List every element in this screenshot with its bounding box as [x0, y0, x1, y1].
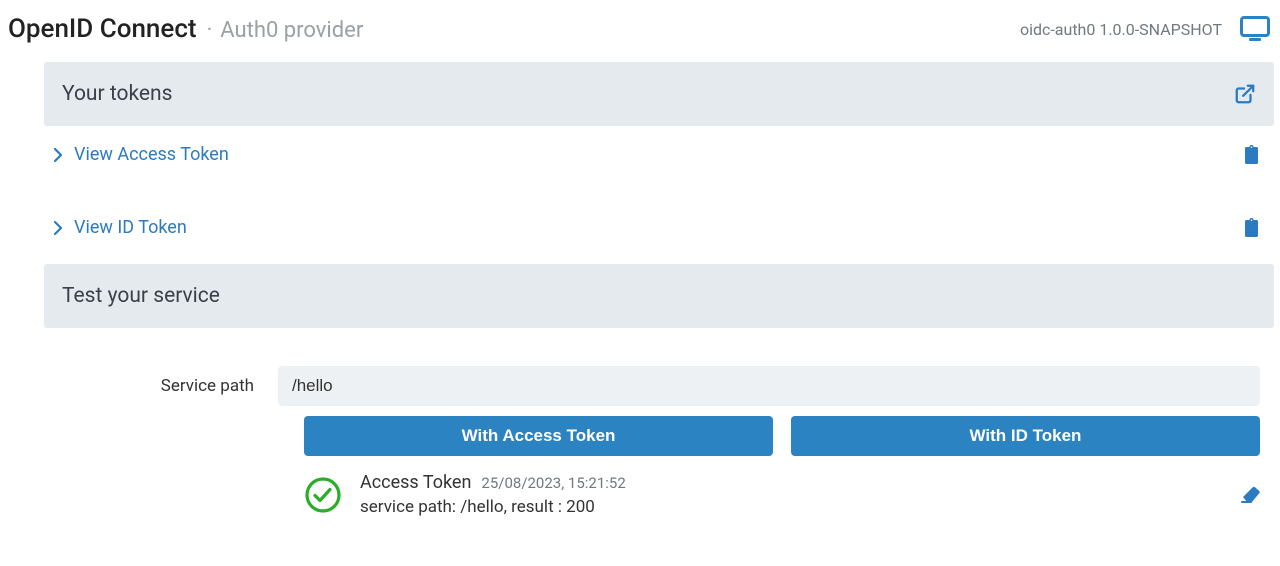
result-timestamp: 25/08/2023, 15:21:52 [481, 474, 625, 492]
page-subtitle: Auth0 provider [220, 18, 363, 43]
clear-result-icon[interactable] [1240, 486, 1260, 504]
chevron-right-icon [50, 220, 66, 236]
result-token-type: Access Token [360, 472, 471, 493]
chevron-right-icon [50, 147, 66, 163]
tokens-section-header: Your tokens [44, 62, 1274, 126]
tokens-section-title: Your tokens [62, 82, 172, 106]
view-access-token-toggle[interactable]: View Access Token [50, 144, 229, 165]
service-path-label: Service path [44, 376, 278, 396]
test-section-header: Test your service [44, 264, 1274, 328]
view-id-token-toggle[interactable]: View ID Token [50, 217, 187, 238]
page-title: OpenID Connect [8, 14, 197, 44]
with-access-token-button[interactable]: With Access Token [304, 416, 773, 456]
test-section-title: Test your service [62, 284, 220, 308]
id-token-link-label: View ID Token [74, 217, 187, 238]
success-check-icon [304, 476, 342, 514]
monitor-icon[interactable] [1240, 16, 1270, 42]
result-detail: service path: /hello, result : 200 [360, 497, 626, 517]
copy-access-token-icon[interactable] [1243, 145, 1260, 165]
with-id-token-button[interactable]: With ID Token [791, 416, 1260, 456]
external-link-icon[interactable] [1234, 83, 1256, 105]
version-label: oidc-auth0 1.0.0-SNAPSHOT [1020, 20, 1222, 39]
copy-id-token-icon[interactable] [1243, 218, 1260, 238]
service-path-input[interactable] [278, 366, 1260, 406]
access-token-link-label: View Access Token [74, 144, 229, 165]
title-separator: · [207, 18, 213, 43]
